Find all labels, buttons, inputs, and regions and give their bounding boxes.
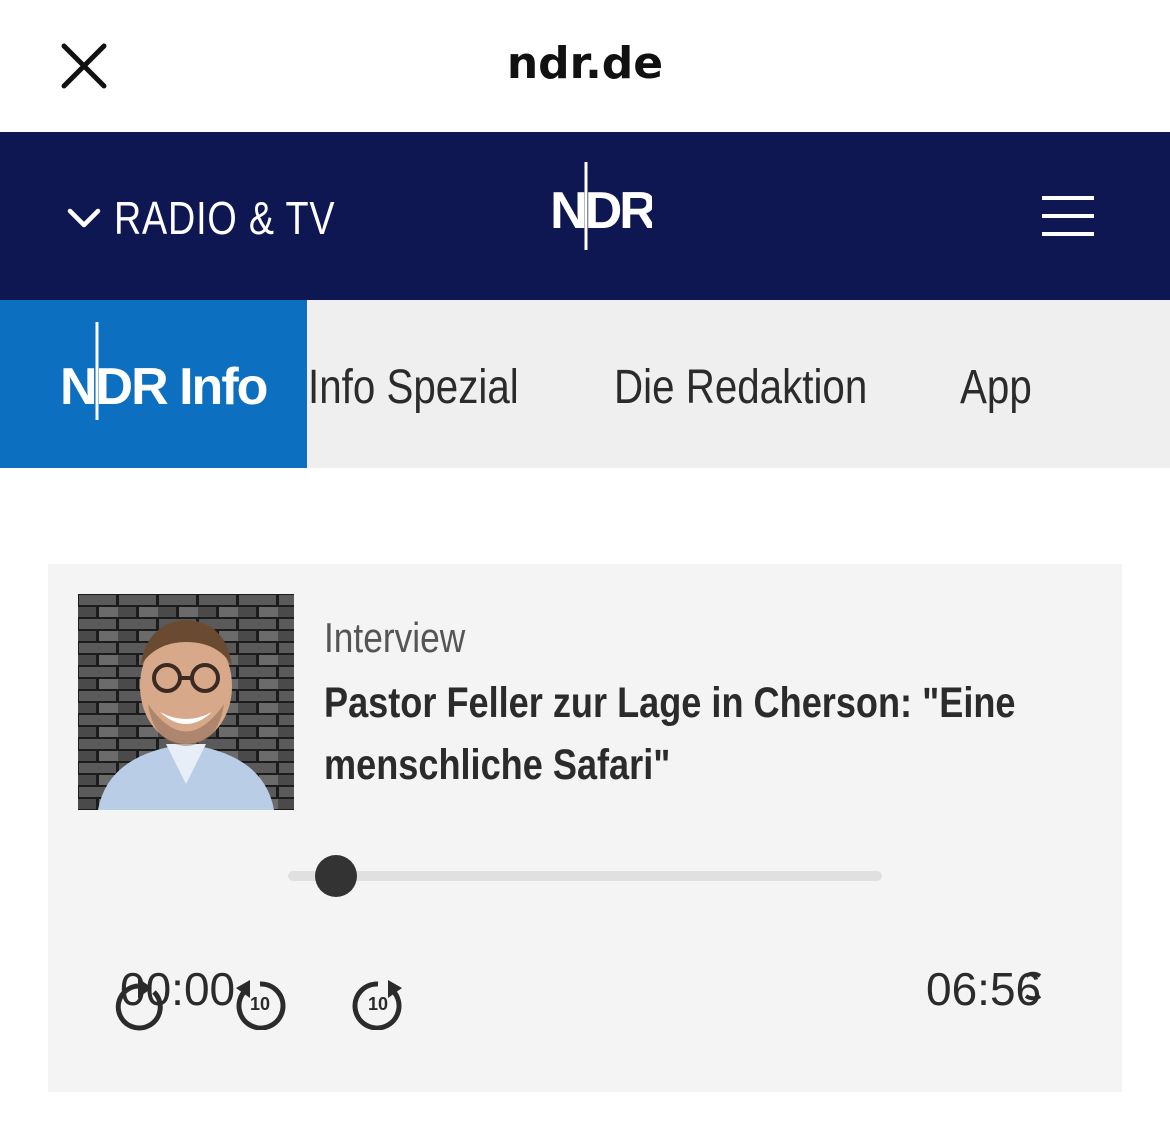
sub-navigation: NDR Info Info Spezial Die Redaktion App (0, 300, 1170, 468)
nav-app[interactable]: App (960, 360, 1032, 415)
site-domain: ndr.de (506, 38, 664, 89)
skip-forward-button[interactable]: 10 (350, 974, 406, 1035)
radio-tv-menu[interactable]: RADIO & TV (66, 188, 384, 248)
main-menu-button[interactable] (1040, 194, 1096, 238)
nav-info-spezial[interactable]: Info Spezial (308, 360, 519, 415)
rewind-10-icon: 10 (236, 980, 286, 1031)
nav-die-redaktion[interactable]: Die Redaktion (614, 360, 867, 415)
hamburger-icon (1042, 196, 1094, 236)
progress-slider[interactable] (288, 855, 882, 897)
chevron-down-icon (67, 208, 101, 228)
close-button[interactable] (58, 40, 110, 92)
close-icon (61, 43, 107, 89)
audio-player-card: Interview Pastor Feller zur Lage in Cher… (48, 564, 1122, 1092)
ndr-info-brand: NDR Info (60, 358, 267, 416)
browser-bar: ndr.de (0, 0, 1170, 132)
forward-10-icon: 10 (352, 980, 402, 1031)
play-icon (115, 978, 163, 1031)
audio-title: Pastor Feller zur Lage in Cherson: "Eine… (324, 679, 1016, 789)
skip-back-button[interactable]: 10 (232, 974, 288, 1035)
speed-icon (1024, 971, 1042, 1001)
interview-thumbnail (78, 594, 294, 810)
play-button[interactable] (114, 976, 164, 1037)
radio-tv-label: RADIO & TV (114, 192, 336, 244)
progress-handle[interactable] (315, 855, 357, 897)
playback-speed-button[interactable] (1018, 966, 1048, 1015)
ndr-info-home-tab[interactable]: NDR Info (0, 300, 307, 468)
site-header: RADIO & TV NDR (0, 132, 1170, 300)
ndr-logo-text: NDR (552, 182, 652, 240)
ndr-logo[interactable]: NDR (550, 162, 659, 252)
skip-back-label: 10 (250, 994, 270, 1014)
skip-forward-label: 10 (368, 994, 388, 1014)
category-label: Interview (324, 614, 466, 661)
